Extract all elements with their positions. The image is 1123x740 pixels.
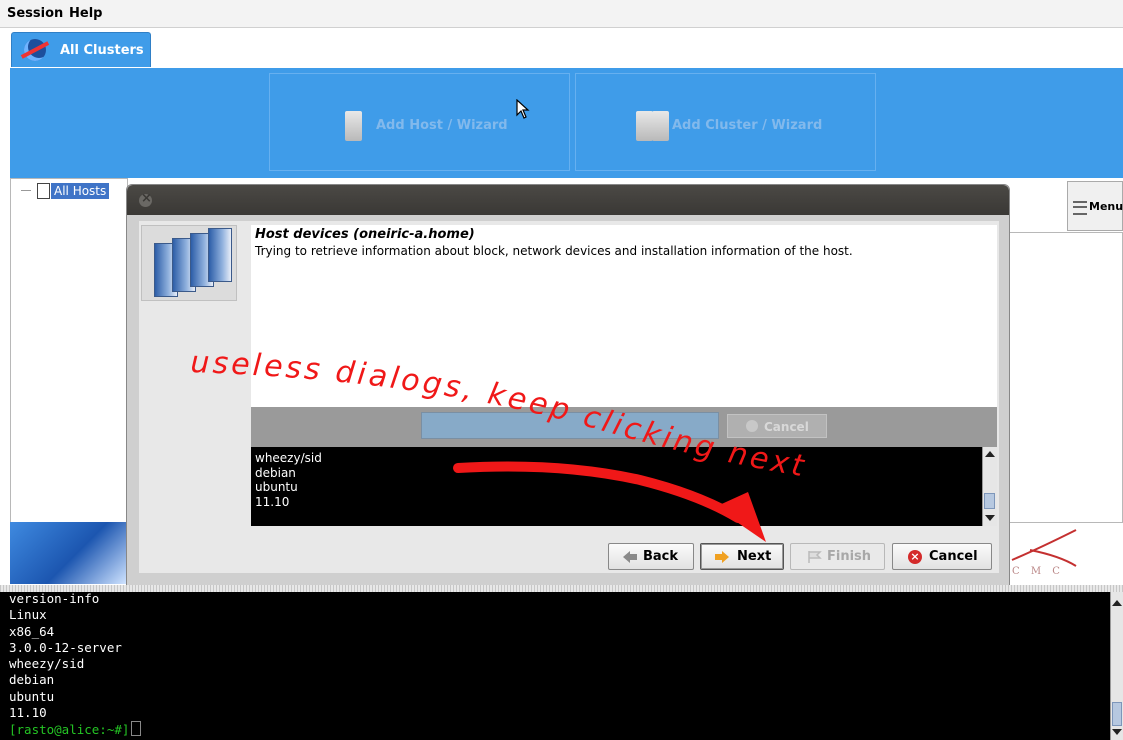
menu-session[interactable]: Session	[7, 6, 63, 21]
output-line: ubuntu	[255, 480, 298, 494]
tab-all-clusters[interactable]: All Clusters	[11, 32, 151, 67]
logo-swoosh-icon	[1011, 529, 1077, 567]
progress-cancel-button[interactable]: Cancel	[727, 414, 827, 438]
software-boxes-icon	[141, 225, 237, 301]
cancel-button[interactable]: × Cancel	[892, 543, 992, 570]
back-label: Back	[643, 549, 679, 564]
command-output-text: wheezy/sid debian ubuntu 11.10	[255, 451, 322, 509]
terminal-line: 11.10	[9, 705, 47, 721]
host-tree: All Hosts	[10, 178, 128, 523]
output-scrollbar[interactable]	[982, 447, 997, 526]
cluster-toolbar: Add Host / Wizard Add Cluster / Wizard	[10, 68, 1123, 178]
cancel-icon: ×	[908, 550, 922, 564]
output-line: 11.10	[255, 494, 290, 509]
dialog-description: Trying to retrieve information about blo…	[255, 244, 853, 258]
terminal-line: Linux	[9, 607, 47, 623]
terminal-panel[interactable]: version-info Linux x86_64 3.0.0-12-serve…	[0, 591, 1110, 740]
dialog-info-panel: Host devices (oneiric-a.home) Trying to …	[251, 225, 997, 407]
close-icon[interactable]	[139, 191, 152, 207]
terminal-prompt: [rasto@alice:~#]	[9, 722, 130, 738]
terminal-line: 3.0.0-12-server	[9, 639, 122, 655]
dialog-titlebar[interactable]	[127, 185, 1009, 215]
scroll-down-icon[interactable]	[985, 515, 995, 521]
terminal-line: wheezy/sid	[9, 656, 85, 672]
command-output-area[interactable]: wheezy/sid debian ubuntu 11.10	[251, 447, 997, 526]
scroll-up-icon[interactable]	[1112, 600, 1122, 606]
hamburger-icon	[1073, 201, 1087, 215]
menu-help[interactable]: Help	[69, 6, 102, 21]
decorative-banner	[10, 522, 126, 584]
tab-label: All Clusters	[60, 43, 144, 58]
server-icon	[636, 111, 653, 141]
progress-area: Cancel	[251, 407, 997, 447]
terminal-line: debian	[9, 672, 55, 688]
output-line: wheezy/sid	[255, 451, 322, 465]
terminal-output: version-info Linux x86_64 3.0.0-12-serve…	[9, 591, 142, 739]
menubar: Session Help	[0, 0, 1123, 28]
arrow-right-icon	[715, 551, 729, 563]
tree-collapse-line	[21, 190, 31, 191]
flag-icon	[808, 551, 822, 563]
dialog-title: Host devices (oneiric-a.home)	[255, 227, 475, 242]
terminal-cursor	[131, 721, 142, 737]
scrollbar-thumb[interactable]	[1112, 702, 1122, 726]
back-button[interactable]: Back	[608, 543, 694, 570]
terminal-line: version-info	[9, 591, 100, 606]
add-cluster-wizard-button[interactable]: Add Cluster / Wizard	[575, 73, 876, 171]
terminal-scrollbar[interactable]	[1110, 592, 1123, 740]
dialog-body: Host devices (oneiric-a.home) Trying to …	[139, 221, 999, 573]
server-icon	[652, 111, 669, 141]
add-host-wizard-button[interactable]: Add Host / Wizard	[269, 73, 570, 171]
output-line: debian	[255, 465, 296, 480]
file-icon	[37, 183, 50, 199]
scrollbar-thumb[interactable]	[984, 493, 995, 509]
menu-button[interactable]: Menu	[1067, 181, 1123, 231]
progress-cancel-label: Cancel	[764, 420, 809, 434]
box-shape	[208, 228, 232, 282]
arrow-left-icon	[623, 551, 637, 563]
scroll-up-icon[interactable]	[985, 451, 995, 457]
terminal-line: x86_64	[9, 623, 55, 639]
add-cluster-label: Add Cluster / Wizard	[672, 118, 823, 133]
finish-button[interactable]: Finish	[790, 543, 885, 570]
logo-text: C M C	[1012, 566, 1064, 577]
next-button[interactable]: Next	[700, 543, 784, 570]
next-label: Next	[737, 549, 772, 564]
scroll-down-icon[interactable]	[1112, 729, 1122, 735]
cancel-icon	[746, 420, 758, 432]
progress-bar	[421, 412, 719, 439]
add-host-label: Add Host / Wizard	[376, 118, 508, 133]
server-icon	[345, 111, 362, 141]
finish-label: Finish	[827, 549, 872, 564]
right-panel	[1008, 232, 1123, 523]
terminal-line: ubuntu	[9, 688, 55, 704]
cancel-label: Cancel	[929, 549, 978, 564]
tree-item-all-hosts[interactable]: All Hosts	[51, 183, 110, 199]
mouse-pointer-icon	[516, 99, 530, 119]
host-devices-dialog: Host devices (oneiric-a.home) Trying to …	[126, 184, 1010, 589]
menu-label: Menu	[1089, 200, 1123, 213]
panel-splitter[interactable]	[0, 585, 1123, 592]
globe-icon	[24, 39, 46, 61]
